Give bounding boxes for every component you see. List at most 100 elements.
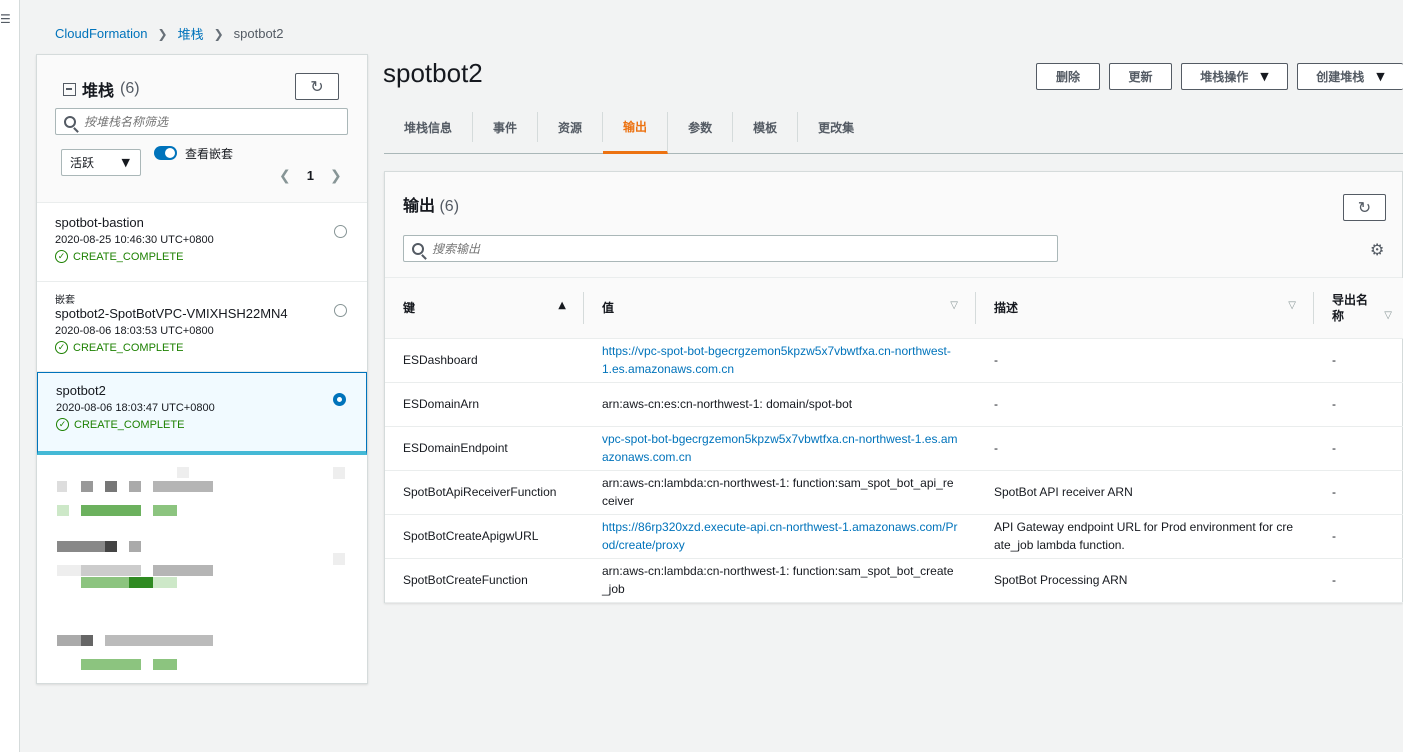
- stack-detail-tabs: 堆栈信息 事件 资源 输出 参数 模板 更改集: [384, 110, 1403, 154]
- status-filter-select[interactable]: 活跃 ▼: [61, 149, 141, 176]
- output-value-link[interactable]: https://vpc-spot-bot-bgecrgzemon5kpzw5x7…: [602, 344, 951, 376]
- stacks-panel-title: 堆栈 (6): [63, 77, 140, 101]
- output-description: API Gateway endpoint URL for Prod enviro…: [976, 514, 1314, 559]
- stack-status-text: CREATE_COMPLETE: [74, 418, 185, 431]
- column-header-value-label: 值: [602, 301, 615, 316]
- search-icon: [64, 115, 76, 128]
- tab-change-sets[interactable]: 更改集: [798, 112, 874, 142]
- output-description: -: [976, 382, 1314, 427]
- chevron-right-icon[interactable]: ❯: [330, 167, 342, 184]
- breadcrumb: CloudFormation ❯ 堆栈 ❯ spotbot2: [55, 24, 284, 43]
- stacks-panel-header: 堆栈 (6) ↻ 活跃 ▼ 查看嵌套 ❮ 1 ❯: [37, 55, 367, 203]
- sort-icon[interactable]: ▽: [1384, 308, 1392, 324]
- outputs-count: (6): [439, 198, 460, 215]
- stack-list-item[interactable]: spotbot-bastion 2020-08-25 10:46:30 UTC+…: [37, 203, 367, 282]
- check-circle-icon: ✓: [55, 341, 68, 354]
- stack-status-text: CREATE_COMPLETE: [73, 250, 184, 263]
- outputs-header: 输出 (6) ↻ ⚙: [385, 172, 1402, 278]
- redacted-stack-items: [37, 459, 367, 599]
- output-description: -: [976, 338, 1314, 383]
- output-export-name: -: [1314, 470, 1403, 515]
- stack-list-item[interactable]: 嵌套 spotbot2-SpotBotVPC-VMIXHSH22MN4 2020…: [37, 282, 367, 372]
- tab-stack-info[interactable]: 堆栈信息: [384, 112, 474, 142]
- output-description: SpotBot API receiver ARN: [976, 470, 1314, 515]
- update-button-label: 更新: [1128, 70, 1153, 84]
- stack-select-radio[interactable]: [334, 225, 347, 238]
- output-key: ESDomainEndpoint: [385, 426, 584, 471]
- outputs-search[interactable]: [403, 235, 1058, 262]
- hamburger-menu-icon[interactable]: ☰: [0, 12, 11, 26]
- outputs-title: 输出 (6): [403, 192, 459, 216]
- stack-status: ✓ CREATE_COMPLETE: [55, 250, 367, 263]
- outputs-refresh-button[interactable]: ↻: [1343, 194, 1386, 221]
- chevron-left-icon[interactable]: ❮: [279, 167, 291, 184]
- stack-actions-label: 堆栈操作: [1200, 70, 1249, 84]
- caret-down-icon: ▼: [121, 156, 130, 169]
- outputs-search-input[interactable]: [432, 241, 1057, 256]
- sort-icon[interactable]: ▽: [1288, 300, 1296, 311]
- tab-parameters[interactable]: 参数: [668, 112, 734, 142]
- outputs-title-text: 输出: [403, 198, 436, 215]
- redacted-stack-items: [37, 611, 367, 683]
- outputs-panel: 输出 (6) ↻ ⚙ 键▲ 值▽ 描述▽ 导出名称▽ ESDashboard h…: [384, 171, 1403, 603]
- status-filter-value: 活跃: [70, 156, 95, 170]
- output-description: SpotBot Processing ARN: [976, 558, 1314, 603]
- stack-actions-button[interactable]: 堆栈操作 ▼: [1181, 63, 1288, 90]
- pagination: ❮ 1 ❯: [279, 167, 342, 184]
- create-stack-label: 创建堆栈: [1316, 70, 1365, 84]
- column-header-value[interactable]: 值 ▽: [584, 278, 976, 339]
- stacks-refresh-button[interactable]: ↻: [295, 73, 339, 100]
- output-key: ESDomainArn: [385, 382, 584, 427]
- stack-filter-search[interactable]: [55, 108, 348, 135]
- update-button[interactable]: 更新: [1109, 63, 1172, 90]
- stack-name: spotbot2-SpotBotVPC-VMIXHSH22MN4: [55, 306, 288, 321]
- output-value-link[interactable]: vpc-spot-bot-bgecrgzemon5kpzw5x7vbwtfxa.…: [602, 432, 958, 464]
- column-header-key-label: 键: [403, 301, 416, 316]
- stack-filter-input[interactable]: [84, 114, 347, 129]
- stacks-count: (6): [120, 80, 140, 97]
- tab-template[interactable]: 模板: [733, 112, 799, 142]
- breadcrumb-cloudformation[interactable]: CloudFormation: [55, 26, 148, 41]
- column-header-description[interactable]: 描述 ▽: [976, 278, 1314, 339]
- output-key: ESDashboard: [385, 338, 584, 383]
- create-stack-button[interactable]: 创建堆栈 ▼: [1297, 63, 1403, 90]
- sort-ascending-icon[interactable]: ▲: [558, 300, 566, 311]
- stack-select-radio[interactable]: [334, 304, 347, 317]
- tab-events[interactable]: 事件: [473, 112, 539, 142]
- chevron-right-icon: ❯: [157, 26, 168, 41]
- column-header-description-label: 描述: [994, 301, 1019, 316]
- output-value: arn:aws-cn:lambda:cn-northwest-1: functi…: [584, 558, 976, 603]
- stack-list-item-selected[interactable]: spotbot2 2020-08-06 18:03:47 UTC+0800 ✓ C…: [37, 372, 367, 455]
- stack-created-time: 2020-08-25 10:46:30 UTC+0800: [55, 234, 214, 246]
- table-row: SpotBotCreateApigwURL https://86rp320xzd…: [385, 514, 1403, 559]
- stack-select-radio[interactable]: [333, 393, 346, 406]
- check-circle-icon: ✓: [56, 418, 69, 431]
- search-icon: [412, 242, 424, 255]
- stack-created-time: 2020-08-06 18:03:47 UTC+0800: [56, 402, 215, 414]
- tab-resources[interactable]: 资源: [538, 112, 604, 142]
- output-description: -: [976, 426, 1314, 471]
- stack-status-text: CREATE_COMPLETE: [73, 341, 184, 354]
- column-header-export-name[interactable]: 导出名称 ▽: [1314, 278, 1403, 339]
- output-export-name: -: [1314, 558, 1403, 603]
- tab-outputs[interactable]: 输出: [603, 112, 669, 154]
- sort-icon[interactable]: ▽: [950, 300, 958, 311]
- delete-button[interactable]: 删除: [1036, 63, 1100, 90]
- view-nested-toggle[interactable]: [154, 146, 177, 160]
- column-header-key[interactable]: 键 ▲: [385, 278, 584, 339]
- output-value-link[interactable]: https://86rp320xzd.execute-api.cn-northw…: [602, 520, 958, 552]
- delete-button-label: 删除: [1055, 70, 1080, 84]
- output-export-name: -: [1314, 338, 1403, 383]
- table-row: SpotBotCreateFunction arn:aws-cn:lambda:…: [385, 558, 1403, 603]
- gear-icon[interactable]: ⚙: [1370, 240, 1384, 260]
- collapse-icon[interactable]: [63, 82, 76, 96]
- output-value: arn:aws-cn:lambda:cn-northwest-1: functi…: [584, 470, 976, 515]
- output-value: arn:aws-cn:es:cn-northwest-1: domain/spo…: [584, 382, 976, 427]
- nested-label: 嵌套: [55, 295, 75, 306]
- page-number[interactable]: 1: [307, 168, 314, 183]
- breadcrumb-stacks[interactable]: 堆栈: [178, 24, 204, 43]
- table-row: ESDashboard https://vpc-spot-bot-bgecrgz…: [385, 338, 1403, 383]
- caret-down-icon: ▼: [1376, 70, 1385, 83]
- output-export-name: -: [1314, 382, 1403, 427]
- view-nested-label: 查看嵌套: [185, 147, 234, 161]
